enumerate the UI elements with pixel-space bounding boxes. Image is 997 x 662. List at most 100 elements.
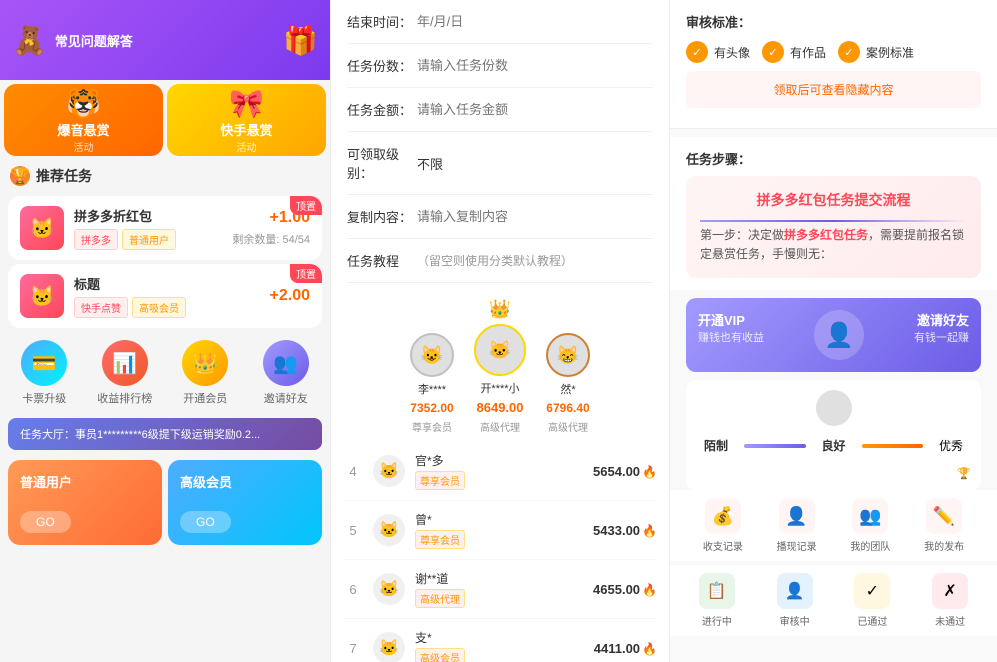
task-name-1: 拼多多折红包 [74, 206, 232, 225]
lb-info-5: 曾* 尊享会员 [415, 511, 593, 549]
lb-top3: 😺 李**** 7352.00 尊享会员 👑 🐱 开****小 8649.00 … [331, 283, 669, 442]
vip-sub-right: 有钱一起赚 [914, 329, 969, 345]
vip-avatar: 👤 [814, 310, 864, 360]
vip-right: 邀请好友 有钱一起赚 [914, 310, 969, 360]
form-label-level: 可领取级别： [347, 144, 417, 182]
status-label-rejected: 未通过 [935, 613, 965, 628]
friends-tab-good[interactable]: 良好 [814, 434, 854, 457]
my-team-label: 我的团队 [850, 538, 890, 553]
task-card-pdd[interactable]: 顶置 🐱 拼多多折红包 拼多多 普通用户 +1.00 剩余数量: 54/54 [8, 196, 322, 260]
friends-tab-excellent[interactable]: 优秀 [931, 434, 971, 457]
rewards-row: 🐯 爆音悬赏 活动 🎀 快手悬赏 活动 [0, 80, 330, 160]
form-input-endtime[interactable] [417, 14, 653, 29]
lb-rank-4: 4 [343, 464, 363, 479]
icon-open-member[interactable]: 👑 开通会员 [169, 340, 242, 406]
criteria-icon-case: ✓ [838, 41, 860, 63]
task-card-2[interactable]: 顶置 🐱 标题 快手点赞 高吸会员 +2.00 [8, 264, 322, 328]
invite-friend-label: 邀请好友 [264, 390, 308, 406]
task-tags-2: 快手点赞 高吸会员 [74, 297, 270, 318]
lb-role-5: 尊享会员 [415, 530, 465, 549]
bottom-icons: 💰 收支记录 👤 播现记录 👥 我的团队 ✏️ 我的发布 [670, 490, 997, 561]
icon-revenue-rank[interactable]: 📊 收益排行榜 [89, 340, 162, 406]
form-input-copy[interactable] [417, 209, 653, 224]
lb-rank3-avatar: 😸 [546, 333, 590, 377]
my-publish-item[interactable]: ✏️ 我的发布 [924, 498, 964, 553]
income-record-item[interactable]: 💰 收支记录 [703, 498, 743, 553]
task-count-1: 剩余数量: 54/54 [232, 231, 310, 247]
income-record-icon: 💰 [705, 498, 741, 534]
reward-title-2: 快手悬赏 [220, 120, 272, 139]
broadcast-record-label: 播现记录 [777, 538, 817, 553]
status-tab-approved[interactable]: ✓ 已通过 [854, 573, 890, 628]
status-tab-ongoing[interactable]: 📋 进行中 [699, 573, 735, 628]
lb-role-4: 尊享会员 [415, 471, 465, 490]
criteria-title: 审核标准： [686, 12, 981, 31]
reward-card-kuaishou[interactable]: 🎀 快手悬赏 活动 [167, 84, 326, 156]
task-name-2: 标题 [74, 274, 270, 293]
lb-rank1-item: 👑 🐱 开****小 8649.00 高级代理 [474, 299, 526, 434]
form-row-copy: 复制内容： [347, 195, 653, 239]
user-card-vip-btn[interactable]: GO [180, 511, 231, 533]
left-panel: 🧸 常见问题解答 🎁 🐯 爆音悬赏 活动 🎀 快手悬赏 活动 🏆 推荐任务 顶置 [0, 0, 330, 662]
open-member-label: 开通会员 [183, 390, 227, 406]
status-tab-rejected[interactable]: ✗ 未通过 [932, 573, 968, 628]
lb-rank1-role: 高级代理 [480, 419, 520, 434]
my-team-item[interactable]: 👥 我的团队 [850, 498, 890, 553]
user-card-normal-title: 普通用户 [20, 472, 72, 491]
reward-sub-2: 活动 [237, 139, 257, 154]
criteria-items: ✓ 有头像 ✓ 有作品 ✓ 案例标准 [686, 41, 981, 63]
form-value-tutorial: （留空则使用分类默认教程） [417, 252, 653, 269]
form-label-copies: 任务份数： [347, 56, 417, 75]
friends-tab-restricted[interactable]: 陌制 [696, 434, 736, 457]
lb-rank2-amount: 7352.00 [410, 401, 453, 415]
lb-info-7: 支* 高级会员 [415, 629, 594, 662]
lb-name-5: 曾* [415, 511, 593, 528]
lb-rank-7: 7 [343, 641, 363, 656]
user-cards: 普通用户 GO 高级会员 GO [0, 454, 330, 551]
broadcast-record-icon: 👤 [779, 498, 815, 534]
vip-title-right: 邀请好友 [914, 310, 969, 329]
broadcast-record-item[interactable]: 👤 播现记录 [777, 498, 817, 553]
form-section: 结束时间： 任务份数： 任务金额： 可领取级别： 不限 复制内容： 任务教程 （… [331, 0, 669, 283]
form-row-tutorial: 任务教程 （留空则使用分类默认教程） [347, 239, 653, 283]
form-input-copies[interactable] [417, 58, 653, 73]
lb-name-6: 谢**道 [415, 570, 593, 587]
task-tags-1: 拼多多 普通用户 [74, 229, 232, 250]
right-panel: 审核标准： ✓ 有头像 ✓ 有作品 ✓ 案例标准 领取后可查看隐藏内容 任务步骤… [670, 0, 997, 662]
lb-amount-6: 4655.00🔥 [593, 582, 657, 597]
icon-card-upgrade[interactable]: 💳 卡票升级 [8, 340, 81, 406]
lb-role-7: 高级会员 [415, 648, 465, 662]
lb-amount-5: 5433.00🔥 [593, 523, 657, 538]
icon-grid: 💳 卡票升级 📊 收益排行榜 👑 开通会员 👥 邀请好友 [0, 332, 330, 414]
lb-rank3-name: 然* [560, 381, 575, 397]
task-amount-2: +2.00 [270, 287, 310, 305]
criteria-section: 审核标准： ✓ 有头像 ✓ 有作品 ✓ 案例标准 领取后可查看隐藏内容 [670, 0, 997, 129]
status-label-approved: 已通过 [857, 613, 887, 628]
icon-invite-friend[interactable]: 👥 邀请好友 [250, 340, 323, 406]
card-upgrade-label: 卡票升级 [22, 390, 66, 406]
steps-divider [700, 220, 967, 222]
orange-progress-bar [862, 444, 923, 448]
lb-avatar-7: 🐱 [373, 632, 405, 662]
user-card-normal-btn[interactable]: GO [20, 511, 71, 533]
middle-panel: 结束时间： 任务份数： 任务金额： 可领取级别： 不限 复制内容： 任务教程 （… [330, 0, 670, 662]
lb-rank3-item: 😸 然* 6796.40 高级代理 [546, 333, 590, 434]
task-info-1: 拼多多折红包 拼多多 普通用户 [74, 206, 232, 250]
lb-rank3-role: 高级代理 [548, 419, 588, 434]
form-input-amount[interactable] [417, 102, 653, 117]
lb-amount-7: 4411.00🔥 [594, 641, 657, 656]
unlock-text: 领取后可查看隐藏内容 [773, 83, 893, 97]
vip-promo[interactable]: 开通VIP 赚钱也有收益 👤 邀请好友 有钱一起赚 [686, 298, 981, 372]
reward-card-explosive[interactable]: 🐯 爆音悬赏 活动 [4, 84, 163, 156]
recommended-tasks-header: 🏆 推荐任务 [0, 160, 330, 192]
table-row: 5 🐱 曾* 尊享会员 5433.00🔥 [343, 501, 657, 560]
task-icon-1: 🐱 [20, 206, 64, 250]
status-tab-reviewing[interactable]: 👤 审核中 [777, 573, 813, 628]
lb-rank2-avatar: 😺 [410, 333, 454, 377]
steps-section: 任务步骤： 拼多多红包任务提交流程 第一步：决定做拼多多红包任务，需要提前报名锁… [670, 137, 997, 290]
my-publish-icon: ✏️ [926, 498, 962, 534]
status-icon-rejected: ✗ [932, 573, 968, 609]
my-team-icon: 👥 [852, 498, 888, 534]
steps-title: 任务步骤： [686, 149, 981, 168]
form-label-copy: 复制内容： [347, 207, 417, 226]
